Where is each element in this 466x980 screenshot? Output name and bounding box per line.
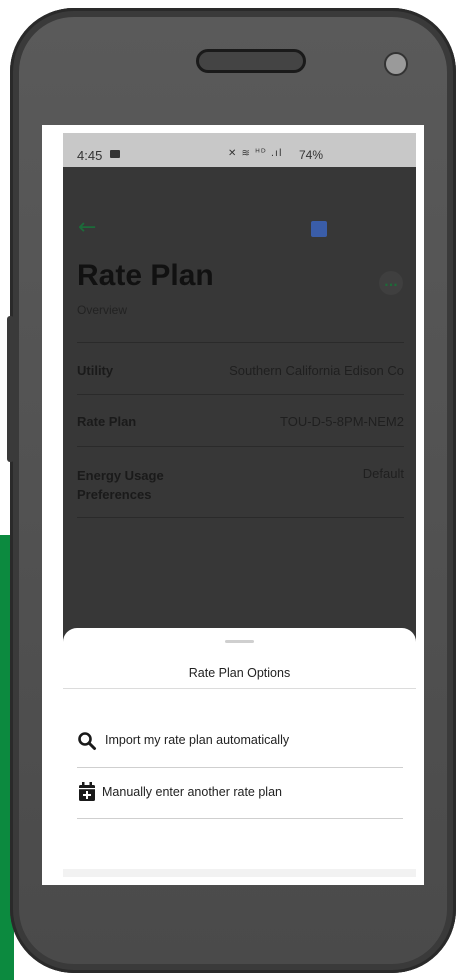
row-value: TOU-D-5-8PM-NEM2 (280, 414, 404, 429)
sheet-divider (63, 688, 416, 689)
row-label: Energy Usage Preferences (77, 468, 164, 502)
row-value: Default (362, 466, 404, 481)
back-arrow-icon[interactable]: ← (78, 217, 96, 239)
status-icons: ✕ ≋ ᴴᴰ .ıl (228, 148, 283, 159)
sheet-drag-handle[interactable] (225, 640, 254, 643)
calendar-add-icon (79, 782, 95, 801)
status-bar: 4:45 ✕ ≋ ᴴᴰ .ıl 74% (63, 133, 416, 167)
rate-row-energy-usage[interactable]: Energy Usage Preferences Default (77, 446, 404, 518)
page-title: Rate Plan (77, 259, 214, 292)
status-time: 4:45 (77, 148, 103, 163)
row-value: Southern California Edison Co (229, 363, 404, 378)
speaker-grille (196, 49, 306, 73)
rate-row-utility[interactable]: Utility Southern California Edison Co (77, 342, 404, 395)
search-icon (78, 732, 96, 750)
option-import-automatically[interactable]: Import my rate plan automatically (77, 720, 403, 760)
battery-level: 74% (299, 148, 324, 162)
option-separator (77, 818, 403, 819)
rate-row-rate-plan[interactable]: Rate Plan TOU-D-5-8PM-NEM2 (77, 394, 404, 447)
option-label: Manually enter another rate plan (102, 785, 282, 799)
app-screen: 4:45 ✕ ≋ ᴴᴰ .ıl 74% ← Rate Plan ... Over… (63, 133, 416, 877)
more-options-button[interactable]: ... (379, 271, 403, 295)
app-logo-icon (311, 221, 327, 237)
option-label: Import my rate plan automatically (105, 733, 290, 747)
side-button (7, 316, 14, 462)
android-nav-bar: ||| ‹ (63, 869, 416, 877)
page-content-dimmed: ← Rate Plan ... Overview Utility Souther… (63, 167, 416, 877)
image-notification-icon (110, 150, 120, 158)
front-camera (384, 52, 408, 76)
option-separator (77, 767, 403, 768)
option-manual-entry[interactable]: Manually enter another rate plan (77, 772, 403, 812)
sheet-title: Rate Plan Options (188, 666, 291, 680)
page-subtitle: Overview (77, 303, 128, 317)
row-label: Utility (77, 363, 114, 378)
row-label: Rate Plan (77, 414, 137, 429)
rate-plan-options-sheet: Rate Plan Options Import my rate plan au… (63, 628, 416, 869)
